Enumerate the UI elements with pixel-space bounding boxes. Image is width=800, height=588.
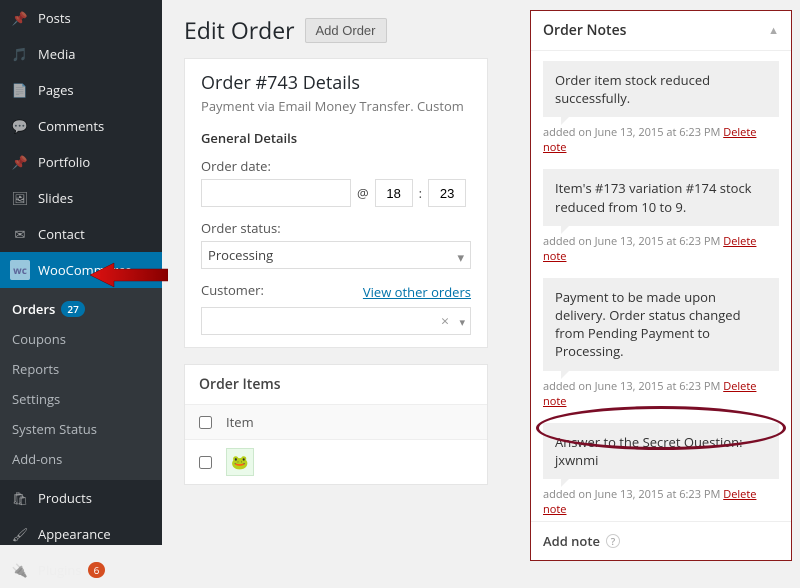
order-hour-input[interactable] (375, 179, 413, 207)
admin-sidebar: 📌Posts 🎵Media 📄Pages 💬Comments 📌Portfoli… (0, 0, 162, 545)
order-date-row: @ : (201, 179, 471, 207)
time-colon: : (419, 184, 422, 202)
general-details-heading: General Details (201, 129, 471, 147)
order-note: Answer to the Secret Question: jxwnmi (543, 423, 779, 479)
sidebar-item-media[interactable]: 🎵Media (0, 36, 162, 72)
note-meta: added on June 13, 2015 at 6:23 PM Delete… (531, 228, 791, 268)
help-icon[interactable]: ? (606, 534, 620, 548)
submenu-item-addons[interactable]: Add-ons (0, 444, 162, 474)
order-items-heading: Order Items (185, 365, 487, 405)
sidebar-item-pages[interactable]: 📄Pages (0, 72, 162, 108)
add-order-button[interactable]: Add Order (305, 18, 387, 43)
order-date-label: Order date: (201, 157, 471, 175)
woocommerce-submenu: Orders27 Coupons Reports Settings System… (0, 288, 162, 480)
submenu-item-system-status[interactable]: System Status (0, 414, 162, 444)
chevron-down-icon: ▾ (457, 248, 464, 266)
submenu-item-orders[interactable]: Orders27 (0, 294, 162, 324)
orders-count-badge: 27 (61, 301, 84, 317)
order-payment-line: Payment via Email Money Transfer. Custom (201, 97, 471, 115)
plugins-count-badge: 6 (88, 562, 106, 578)
sidebar-item-portfolio[interactable]: 📌Portfolio (0, 144, 162, 180)
order-note: Item's #173 variation #174 stock reduced… (543, 169, 779, 225)
note-meta: added on June 13, 2015 at 6:23 PM Delete… (531, 119, 791, 159)
order-details-heading: Order #743 Details (201, 71, 471, 95)
sidebar-item-appearance[interactable]: 🖌Appearance (0, 516, 162, 552)
order-notes-heading: Order Notes (543, 21, 626, 40)
sidebar-item-slides[interactable]: 🖼Slides (0, 180, 162, 216)
slides-icon: 🖼 (10, 188, 30, 208)
select-all-items-checkbox[interactable] (199, 416, 212, 429)
submenu-item-settings[interactable]: Settings (0, 384, 162, 414)
order-date-input[interactable] (201, 179, 351, 207)
add-note-row: Add note ? (531, 521, 791, 560)
note-body: Payment to be made upon delivery. Order … (543, 278, 779, 371)
items-table-header: Item (185, 405, 487, 440)
comment-icon: 💬 (10, 116, 30, 136)
table-row: 🐸 (185, 440, 487, 484)
page-title: Edit Order (184, 14, 295, 46)
plugins-icon: 🔌 (10, 560, 30, 580)
order-notes-panel: Order Notes ▲ Order item stock reduced s… (530, 10, 792, 561)
clear-customer-icon[interactable]: × (441, 312, 449, 331)
note-body: Order item stock reduced successfully. (543, 61, 779, 117)
woocommerce-icon: wc (10, 260, 30, 280)
products-icon: 🛍 (10, 488, 30, 508)
at-symbol: @ (357, 184, 369, 202)
order-note: Order item stock reduced successfully. (543, 61, 779, 117)
order-status-select[interactable]: Processing ▾ (201, 241, 471, 269)
order-note: Payment to be made upon delivery. Order … (543, 278, 779, 371)
sidebar-item-contact[interactable]: ✉Contact (0, 216, 162, 252)
customer-input[interactable] (201, 307, 471, 335)
order-status-label: Order status: (201, 219, 471, 237)
sidebar-item-plugins[interactable]: 🔌Plugins6 (0, 552, 162, 588)
pin-icon: 📌 (10, 8, 30, 28)
product-thumbnail[interactable]: 🐸 (226, 448, 254, 476)
note-body: Item's #173 variation #174 stock reduced… (543, 169, 779, 225)
view-other-orders-link[interactable]: View other orders (363, 283, 471, 301)
sidebar-item-comments[interactable]: 💬Comments (0, 108, 162, 144)
media-icon: 🎵 (10, 44, 30, 64)
appearance-icon: 🖌 (10, 524, 30, 544)
submenu-item-reports[interactable]: Reports (0, 354, 162, 384)
note-meta: added on June 13, 2015 at 6:23 PM Delete… (531, 481, 791, 521)
sidebar-item-posts[interactable]: 📌Posts (0, 0, 162, 36)
toggle-panel-icon[interactable]: ▲ (768, 23, 779, 38)
order-details-panel: Order #743 Details Payment via Email Mon… (184, 58, 488, 348)
column-item-label: Item (226, 413, 254, 431)
chevron-down-icon[interactable]: ▾ (459, 315, 465, 330)
mail-icon: ✉ (10, 224, 30, 244)
item-checkbox[interactable] (199, 456, 212, 469)
sidebar-item-products[interactable]: 🛍Products (0, 480, 162, 516)
page-icon: 📄 (10, 80, 30, 100)
customer-label: Customer: (201, 281, 264, 299)
note-meta: added on June 13, 2015 at 6:23 PM Delete… (531, 373, 791, 413)
order-items-panel: Order Items Item 🐸 (184, 364, 488, 485)
submenu-item-coupons[interactable]: Coupons (0, 324, 162, 354)
sidebar-item-woocommerce[interactable]: wcWooCommerce (0, 252, 162, 288)
add-note-label: Add note (543, 532, 600, 550)
pin-icon: 📌 (10, 152, 30, 172)
note-body: Answer to the Secret Question: jxwnmi (543, 423, 779, 479)
order-minute-input[interactable] (428, 179, 466, 207)
